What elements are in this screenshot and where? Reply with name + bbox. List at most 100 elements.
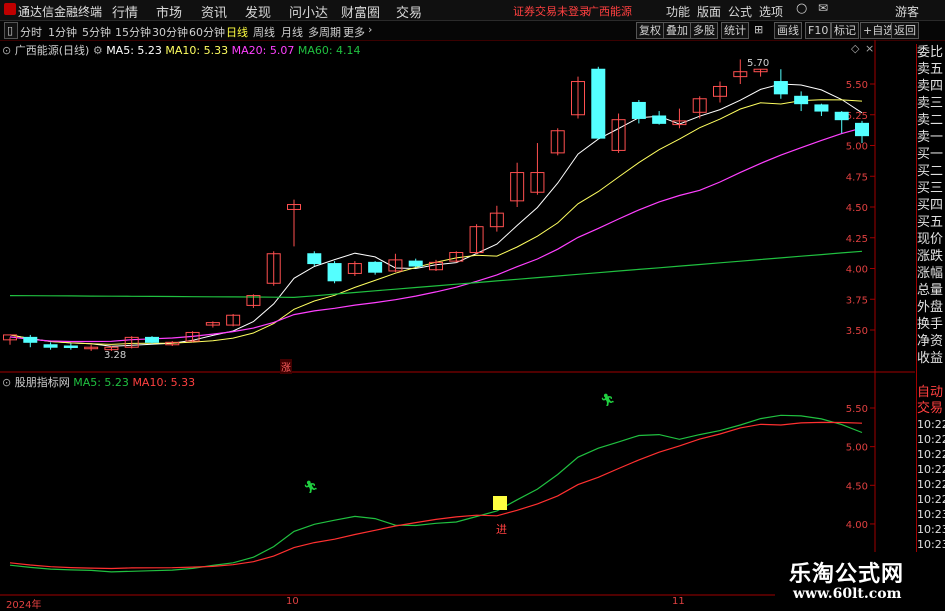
quote-field-label: 买一: [917, 147, 944, 162]
title-bar: 通达信金融终端 行情 市场 资讯 发现 问小达 财富圈 交易 证券交易未登录 广…: [0, 0, 945, 21]
menu-function[interactable]: 功能: [666, 3, 690, 20]
period-tab-intraday[interactable]: 分时: [20, 24, 42, 40]
search-icon[interactable]: ○: [796, 1, 807, 16]
adjust-button[interactable]: 复权: [636, 22, 664, 39]
period-tab-more[interactable]: 更多: [343, 24, 365, 40]
down-candle: [814, 104, 829, 112]
indicator-collapse-icon[interactable]: ⊙: [2, 376, 11, 389]
down-candle: [834, 111, 849, 121]
menu-discover[interactable]: 发现: [245, 2, 271, 21]
quote-field-label: 外盘: [917, 300, 944, 315]
period-tab-weekly[interactable]: 周线: [253, 24, 275, 40]
quote-field-label: 涨幅: [917, 266, 944, 281]
price-tick-label: 4.50: [846, 203, 868, 214]
indicator-title: 股朋指标网: [14, 376, 70, 389]
trade-time: 10:22: [917, 418, 945, 431]
time-label-nov: 11: [672, 596, 685, 607]
quote-field-label: 卖四: [917, 79, 944, 94]
mark-button[interactable]: 标记: [831, 22, 859, 39]
toolbar-toggle-icon[interactable]: ▯: [4, 22, 18, 39]
ma20-label: MA20: 5.07: [231, 44, 295, 57]
price-tick-label: 5.00: [846, 142, 868, 153]
quote-field-label: 卖三: [917, 96, 944, 111]
price-tick-label: 5.25: [846, 111, 868, 122]
price-tick-label: 5.50: [846, 80, 868, 91]
period-tab-multi[interactable]: 多周期: [308, 24, 341, 40]
trade-time: 10:22: [917, 448, 945, 461]
price-tick-label: 3.75: [846, 295, 868, 306]
f10-button[interactable]: F10: [805, 22, 832, 39]
quote-field-label: 买三: [917, 181, 944, 196]
diamond-icon[interactable]: ◇: [851, 42, 859, 55]
chevron-right-icon[interactable]: ›: [368, 23, 372, 36]
down-candle: [855, 122, 869, 137]
kline-chart[interactable]: 5.50 5.25 5.00 4.75 4.50 4.25 4.00 3.75 3.50 5.5…: [0, 40, 915, 609]
period-tab-30min[interactable]: 30分钟: [152, 24, 188, 40]
trade-time: 10:23: [917, 523, 945, 536]
runner-signal-icon: 🏃︎: [303, 480, 319, 494]
watermark: 乐淘公式网 www.60lt.com: [775, 552, 945, 609]
down-candle: [23, 336, 38, 343]
menu-quotes[interactable]: 行情: [112, 2, 138, 21]
period-tab-15min[interactable]: 15分钟: [115, 24, 151, 40]
trade-time: 10:22: [917, 478, 945, 491]
quote-field-label: 总量: [917, 283, 944, 298]
price-tick-label: 4.00: [846, 265, 868, 276]
ma5-label: MA5: 5.23: [106, 44, 162, 57]
quote-field-label: 卖二: [917, 113, 944, 128]
time-label-oct: 10: [286, 596, 299, 607]
multi-stock-button[interactable]: 多股: [690, 22, 718, 39]
period-tab-monthly[interactable]: 月线: [281, 24, 303, 40]
quote-field-label: 收益: [917, 351, 944, 366]
runner-signal-icon: 🏃︎: [600, 393, 616, 407]
quote-field-label: 涨跌: [917, 249, 944, 264]
rise-signal-badge: 涨: [280, 359, 292, 374]
quote-field-label: 委比: [917, 45, 944, 60]
ma20-line: [9, 127, 863, 343]
indicator-tick-label: 4.00: [846, 520, 868, 531]
menu-wealth[interactable]: 财富圈: [341, 2, 380, 21]
indicator-ma5-line: [9, 414, 863, 573]
period-tab-60min[interactable]: 60分钟: [189, 24, 225, 40]
close-chart-icon[interactable]: ×: [865, 42, 874, 55]
trade-time: 10:23: [917, 538, 945, 551]
login-status[interactable]: 证券交易未登录: [513, 3, 590, 19]
app-logo-icon: [4, 3, 16, 15]
menu-layout[interactable]: 版面: [697, 3, 721, 20]
period-tab-5min[interactable]: 5分钟: [82, 24, 111, 40]
quote-field-label: 买二: [917, 164, 944, 179]
down-candle: [631, 101, 646, 119]
price-tick-label: 4.25: [846, 234, 868, 245]
period-tab-daily[interactable]: 日线: [226, 24, 248, 40]
back-button[interactable]: 返回: [891, 22, 919, 39]
down-candle: [652, 115, 667, 124]
menu-formula[interactable]: 公式: [728, 3, 752, 20]
statistics-button[interactable]: 统计: [721, 22, 749, 39]
indicator-legend: ⊙ 股朋指标网 MA5: 5.23 MA10: 5.33: [2, 374, 195, 390]
menu-trade[interactable]: 交易: [396, 2, 422, 21]
menu-news[interactable]: 资讯: [201, 2, 227, 21]
settings-gear-icon[interactable]: ⚙: [93, 44, 103, 57]
menu-options[interactable]: 选项: [759, 3, 783, 20]
draw-line-button[interactable]: 画线: [774, 22, 802, 39]
watermark-url: www.60lt.com: [793, 586, 902, 602]
main-chart-title: 广西能源(日线): [14, 44, 90, 57]
overlay-button[interactable]: 叠加: [663, 22, 691, 39]
mail-icon[interactable]: ✉: [818, 1, 828, 15]
down-candle: [307, 253, 322, 265]
quote-field-label: 换手: [917, 317, 944, 332]
down-candle: [591, 68, 606, 139]
chart-mode-icon[interactable]: ⊞: [754, 23, 763, 36]
trade-time: 10:23: [917, 508, 945, 521]
menu-market[interactable]: 市场: [156, 2, 182, 21]
guest-user[interactable]: 游客: [895, 3, 919, 20]
quote-field-label: 卖五: [917, 62, 944, 77]
ma60-line: [9, 250, 863, 299]
down-candle: [368, 261, 383, 273]
down-candle: [408, 260, 423, 267]
period-tab-1min[interactable]: 1分钟: [48, 24, 77, 40]
collapse-icon[interactable]: ⊙: [2, 44, 11, 57]
menu-ask[interactable]: 问小达: [289, 2, 328, 21]
app-name: 通达信金融终端: [18, 5, 103, 19]
buy-signal-marker: [493, 496, 507, 510]
